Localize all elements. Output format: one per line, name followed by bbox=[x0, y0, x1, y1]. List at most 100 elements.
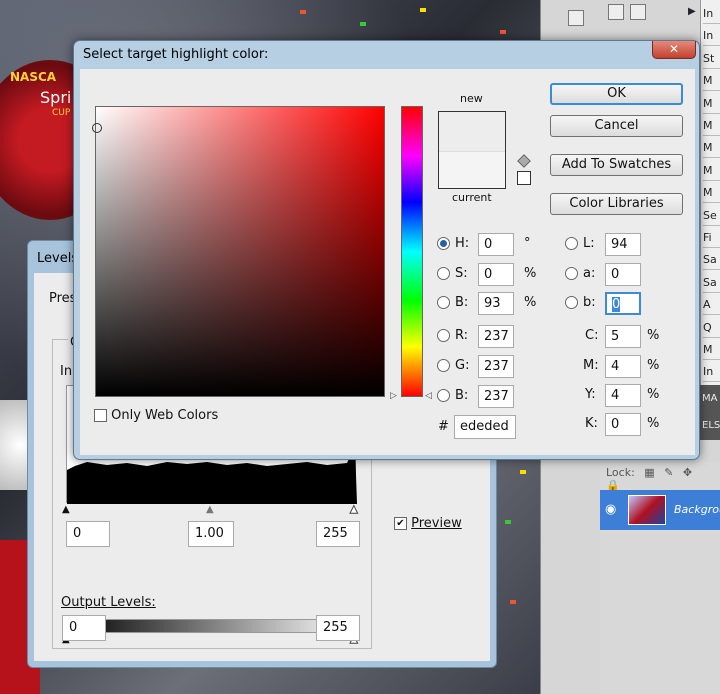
field-c[interactable]: 5 bbox=[605, 325, 641, 348]
hex-label: # bbox=[438, 419, 449, 434]
history-item[interactable]: M bbox=[703, 340, 720, 360]
history-item[interactable]: In bbox=[703, 4, 720, 24]
new-color-swatch bbox=[439, 112, 505, 151]
hue-slider[interactable] bbox=[401, 106, 423, 397]
input-black-slider[interactable]: ▲ bbox=[62, 505, 70, 515]
preview-row[interactable]: ✔ Preview bbox=[394, 516, 462, 531]
panel-tab[interactable]: MA bbox=[700, 385, 720, 404]
input-white-field[interactable]: 255 bbox=[316, 521, 360, 547]
checkbox-icon[interactable] bbox=[608, 4, 624, 20]
confetti bbox=[520, 470, 526, 474]
layer-row-background[interactable]: ◉ Background bbox=[600, 490, 720, 530]
input-black-field[interactable]: 0 bbox=[66, 521, 110, 547]
radio-r[interactable] bbox=[437, 329, 450, 342]
only-web-colors-row[interactable]: Only Web Colors bbox=[94, 408, 218, 423]
label-y: Y: bbox=[585, 387, 596, 402]
history-item[interactable]: Fi bbox=[703, 228, 720, 248]
photo-brand-text-3: CUP bbox=[52, 108, 71, 118]
output-black-field[interactable]: 0 bbox=[62, 615, 106, 641]
history-item[interactable]: In bbox=[703, 362, 720, 383]
web-safe-swatch-icon[interactable] bbox=[517, 171, 531, 185]
hex-field[interactable]: ededed bbox=[454, 415, 516, 439]
preview-checkbox[interactable]: ✔ bbox=[394, 517, 407, 530]
current-color-label: current bbox=[452, 191, 492, 204]
radio-h[interactable] bbox=[437, 237, 450, 250]
lock-brush-icon[interactable]: ✎ bbox=[664, 466, 673, 479]
history-item[interactable]: In bbox=[703, 26, 720, 47]
color-libraries-button[interactable]: Color Libraries bbox=[550, 193, 683, 215]
output-white-field[interactable]: 255 bbox=[316, 615, 360, 641]
color-field[interactable] bbox=[92, 106, 385, 397]
close-icon[interactable]: ✕ bbox=[652, 41, 696, 59]
field-g[interactable]: 237 bbox=[478, 355, 514, 378]
label-b: B: bbox=[455, 295, 469, 310]
current-color-swatch[interactable] bbox=[439, 151, 505, 188]
unit-h: ° bbox=[524, 236, 531, 251]
radio-l[interactable] bbox=[565, 237, 578, 250]
field-s[interactable]: 0 bbox=[478, 263, 514, 286]
field-h[interactable]: 0 bbox=[478, 233, 514, 256]
only-web-colors-checkbox[interactable] bbox=[94, 409, 107, 422]
gamut-cube-icon[interactable] bbox=[517, 154, 531, 168]
radio-s[interactable] bbox=[437, 267, 450, 280]
confetti bbox=[505, 520, 511, 524]
input-gray-slider[interactable]: ▲ bbox=[206, 505, 214, 515]
lock-move-icon[interactable]: ✥ bbox=[683, 466, 692, 479]
history-item[interactable]: Se bbox=[703, 206, 720, 226]
radio-a[interactable] bbox=[565, 267, 578, 280]
field-y[interactable]: 4 bbox=[605, 384, 641, 407]
history-item[interactable]: Q bbox=[703, 318, 720, 338]
history-item[interactable]: Sa bbox=[703, 250, 720, 271]
checkbox-icon[interactable] bbox=[630, 4, 646, 20]
color-field-marker[interactable] bbox=[92, 123, 102, 133]
label-lab-b: b: bbox=[583, 295, 596, 310]
preview-label: Preview bbox=[411, 516, 462, 531]
history-item[interactable]: M bbox=[703, 116, 720, 136]
field-b[interactable]: 93 bbox=[478, 292, 514, 315]
panel-tab[interactable]: ELS bbox=[700, 404, 720, 431]
confetti bbox=[360, 22, 366, 26]
history-item[interactable]: Sa bbox=[703, 273, 720, 293]
field-a[interactable]: 0 bbox=[605, 263, 641, 286]
history-item[interactable]: M bbox=[703, 138, 720, 159]
history-item[interactable]: St bbox=[703, 49, 720, 69]
unit-b: % bbox=[524, 295, 537, 310]
radio-lab-b[interactable] bbox=[565, 296, 578, 309]
input-white-slider[interactable]: ▲ bbox=[350, 504, 359, 515]
unit-k: % bbox=[647, 416, 660, 431]
cancel-button[interactable]: Cancel bbox=[550, 115, 683, 137]
unit-y: % bbox=[647, 387, 660, 402]
eye-icon[interactable]: ◉ bbox=[605, 502, 616, 517]
field-m[interactable]: 4 bbox=[605, 355, 641, 378]
history-panel: In In St M M M M M M Se Fi Sa Sa A Q M In bbox=[700, 0, 720, 420]
histogram-icon[interactable] bbox=[568, 10, 584, 26]
unit-s: % bbox=[524, 266, 537, 281]
only-web-colors-label: Only Web Colors bbox=[111, 408, 219, 423]
history-item[interactable]: M bbox=[703, 161, 720, 181]
confetti bbox=[510, 600, 516, 604]
ok-button[interactable]: OK bbox=[550, 83, 683, 105]
radio-b[interactable] bbox=[437, 296, 450, 309]
hue-slider-right-arrow[interactable]: ◁ bbox=[425, 391, 432, 401]
field-l[interactable]: 94 bbox=[605, 233, 641, 256]
radio-g[interactable] bbox=[437, 359, 450, 372]
history-item[interactable]: A bbox=[703, 295, 720, 316]
field-r[interactable]: 237 bbox=[478, 325, 514, 348]
confetti bbox=[300, 10, 306, 14]
output-levels-label: Output Levels: bbox=[61, 595, 156, 610]
field-k[interactable]: 0 bbox=[605, 413, 641, 436]
label-r: R: bbox=[455, 328, 469, 343]
label-a: a: bbox=[583, 266, 596, 281]
history-item[interactable]: M bbox=[703, 71, 720, 92]
radio-rgb-b[interactable] bbox=[437, 389, 450, 402]
field-rgb-b[interactable]: 237 bbox=[478, 385, 514, 408]
hue-slider-left-arrow[interactable]: ▷ bbox=[390, 391, 397, 401]
history-item[interactable]: M bbox=[703, 183, 720, 204]
lock-transparency-icon[interactable]: ▦ bbox=[644, 466, 654, 479]
panel-icons: ▶ bbox=[560, 0, 700, 40]
field-lab-b[interactable]: 0 bbox=[605, 292, 641, 315]
input-gamma-field[interactable]: 1.00 bbox=[188, 521, 234, 547]
add-to-swatches-button[interactable]: Add To Swatches bbox=[550, 154, 683, 176]
photo-brand-text: NASCA bbox=[10, 70, 57, 84]
history-item[interactable]: M bbox=[703, 94, 720, 114]
